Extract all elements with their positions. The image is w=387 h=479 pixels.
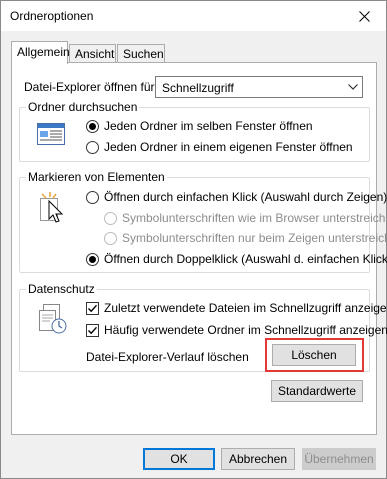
radio-double-click[interactable] [86, 253, 99, 266]
tab-search[interactable]: Suchen [117, 44, 165, 63]
ok-button[interactable]: OK [143, 448, 215, 470]
apply-button[interactable]: Übernehmen [302, 448, 376, 470]
tab-label: Ansicht [75, 47, 115, 61]
checkbox-frequent-folders[interactable] [86, 324, 99, 337]
checkmark-icon [88, 326, 98, 335]
option-underline-hover-label: Symbolunterschriften nur beim Zeigen unt… [122, 231, 387, 245]
option-single-click-label: Öffnen durch einfachen Klick (Auswahl du… [104, 190, 387, 204]
close-icon [358, 10, 370, 22]
browse-folders-group: Ordner durchsuchen Jeden Ordner im selbe… [19, 100, 370, 162]
option-same-window-label: Jeden Ordner im selben Fenster öffnen [104, 119, 313, 133]
option-frequent-folders-label: Häufig verwendete Ordner im Schnellzugri… [104, 323, 387, 337]
radio-underline-browser[interactable] [104, 212, 117, 225]
open-explorer-value: Schnellzugriff [162, 81, 234, 95]
click-items-group: Markieren von Elementen Öffnen durch ein… [19, 170, 387, 273]
window-title: Ordneroptionen [10, 9, 94, 23]
privacy-group: Datenschutz Zuletzt verwendete Dateien i… [19, 282, 387, 372]
close-button[interactable] [342, 1, 386, 31]
folder-options-dialog: Ordneroptionen Allgemein Ansicht Suchen … [0, 0, 387, 479]
restore-defaults-button[interactable]: Standardwerte [271, 380, 363, 402]
group-title: Ordner durchsuchen [26, 100, 140, 114]
cursor-click-icon [40, 192, 66, 227]
privacy-icon [37, 302, 69, 339]
option-own-window-label: Jeden Ordner in einem eigenen Fenster öf… [104, 140, 353, 154]
group-title: Markieren von Elementen [26, 170, 167, 184]
open-explorer-label: Datei-Explorer öffnen für: [24, 80, 158, 94]
radio-underline-hover[interactable] [104, 232, 117, 245]
clear-history-button[interactable]: Löschen [272, 344, 356, 366]
group-title: Datenschutz [26, 282, 97, 296]
open-explorer-select[interactable]: Schnellzugriff [155, 76, 363, 98]
option-underline-browser-label: Symbolunterschriften wie im Browser unte… [122, 211, 387, 225]
tab-label: Suchen [123, 47, 164, 61]
checkmark-icon [88, 304, 98, 313]
chevron-down-icon [348, 84, 358, 90]
radio-single-click[interactable] [86, 191, 99, 204]
window-icon [37, 123, 65, 148]
cancel-button[interactable]: Abbrechen [221, 448, 295, 470]
radio-own-window[interactable] [86, 141, 99, 154]
tab-strip: Allgemein Ansicht Suchen [11, 41, 376, 64]
checkbox-recent-files[interactable] [86, 302, 99, 315]
tab-view[interactable]: Ansicht [69, 44, 116, 63]
tab-general[interactable]: Allgemein [11, 41, 70, 64]
radio-same-window[interactable] [86, 120, 99, 133]
title-bar: Ordneroptionen [1, 1, 386, 31]
option-double-click-label: Öffnen durch Doppelklick (Auswahl d. ein… [104, 252, 387, 266]
clear-history-label: Datei-Explorer-Verlauf löschen [86, 350, 249, 364]
tab-label: Allgemein [17, 45, 70, 59]
option-recent-files-label: Zuletzt verwendete Dateien im Schnellzug… [104, 301, 387, 315]
tab-panel-general: Datei-Explorer öffnen für: Schnellzugrif… [11, 62, 387, 435]
